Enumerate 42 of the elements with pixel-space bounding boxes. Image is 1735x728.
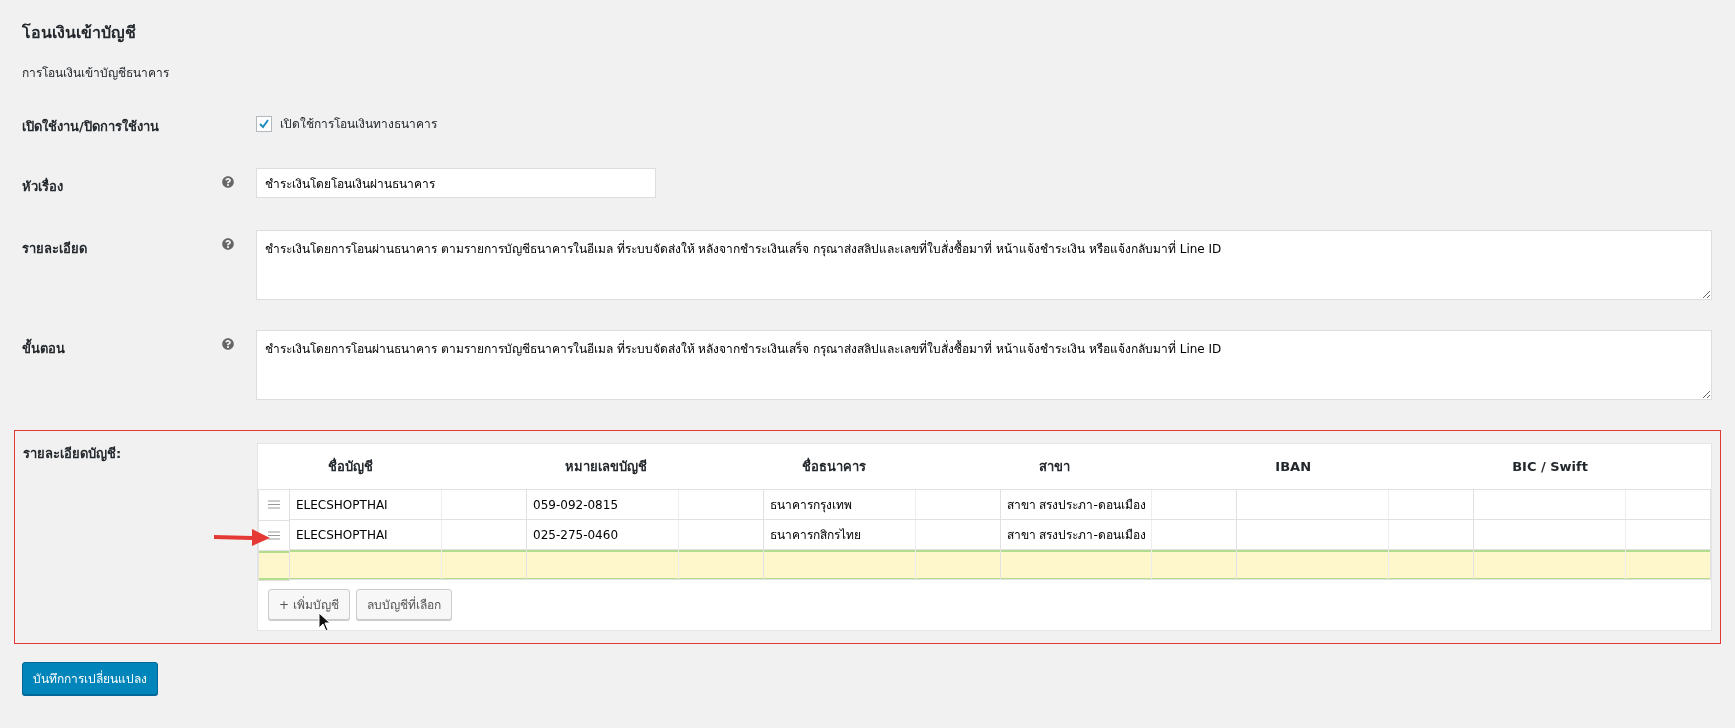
- column-header: สาขา: [1000, 444, 1238, 490]
- field-label: เปิดใช้งาน/ปิดการใช้งาน: [22, 117, 159, 136]
- help-icon[interactable]: [222, 338, 234, 350]
- table-cell-input[interactable]: [1474, 550, 1711, 580]
- page-description: การโอนเงินเข้าบัญชีธนาคาร: [22, 65, 170, 82]
- drag-handle-icon[interactable]: [268, 500, 280, 510]
- table-cell-input[interactable]: [290, 550, 527, 580]
- table-row[interactable]: ELECSHOPTHAI 025-275-0460 ธนาคารกสิกรไทย สาขา สรงประภา-ดอนเมือง: [258, 520, 1711, 550]
- column-header: หมายเลขบัญชี: [527, 444, 764, 490]
- table-cell-input[interactable]: สาขา สรงประภา-ดอนเมือง: [1000, 520, 1238, 550]
- table-cell-input[interactable]: [527, 550, 764, 580]
- table-cell-input[interactable]: [1237, 520, 1475, 550]
- field-label: หัวเรื่อง: [22, 176, 63, 196]
- input-field[interactable]: ชำระเงินโดยโอนเงินผ่านธนาคาร: [256, 168, 656, 198]
- table-row[interactable]: ELECSHOPTHAI 059-092-0815 ธนาคารกรุงเทพ สาขา สรงประภา-ดอนเมือง: [258, 489, 1711, 520]
- table-cell-input[interactable]: [1000, 550, 1238, 580]
- column-header: IBAN: [1237, 444, 1475, 490]
- column-header: BIC / Swift: [1474, 444, 1711, 490]
- drag-handle-icon[interactable]: [268, 530, 280, 540]
- column-header: ชื่อธนาคาร: [763, 444, 1001, 490]
- save-button[interactable]: บันทึกการเปลี่ยนแปลง: [22, 661, 158, 695]
- help-icon[interactable]: [222, 238, 234, 250]
- column-header: ชื่อบัญชี: [289, 444, 527, 490]
- field-label: รายละเอียด: [22, 240, 87, 258]
- table-cell-input[interactable]: [1237, 550, 1475, 580]
- checkbox-label[interactable]: เปิดใช้การโอนเงินทางธนาคาร: [280, 114, 437, 133]
- table-cell-input[interactable]: ธนาคารกสิกรไทย: [763, 520, 1001, 550]
- help-icon[interactable]: [222, 176, 234, 188]
- add-account-button[interactable]: + เพิ่มบัญชี: [268, 588, 350, 620]
- field-label: รายละเอียดบัญชี:: [23, 445, 122, 464]
- table-row[interactable]: [258, 550, 1711, 580]
- table-cell-input[interactable]: 025-275-0460: [527, 520, 764, 550]
- textarea-field[interactable]: ชำระเงินโดยการโอนผ่านธนาคาร ตามรายการบัญชีธนาคารในอีเมล ที่ระบบจัดส่งให้ หลังจากชำระเงินเสร็จ กรุณาส่งสลิปและเลขที่ใบสั่งซื้อมาที่ หน้าแจ้งชำระเงิน หรือแจ้งกลับมาที่ Line ID: [256, 230, 1712, 300]
- table-cell-input[interactable]: [1474, 520, 1711, 550]
- table-cell-input[interactable]: ELECSHOPTHAI: [290, 520, 527, 550]
- remove-account-button[interactable]: ลบบัญชีที่เลือก: [355, 588, 452, 620]
- checkbox[interactable]: [256, 115, 272, 132]
- textarea-field[interactable]: ชำระเงินโดยการโอนผ่านธนาคาร ตามรายการบัญชีธนาคารในอีเมล ที่ระบบจัดส่งให้ หลังจากชำระเงินเสร็จ กรุณาส่งสลิปและเลขที่ใบสั่งซื้อมาที่ หน้าแจ้งชำระเงิน หรือแจ้งกลับมาที่ Line ID: [256, 330, 1712, 400]
- table-cell-input[interactable]: [763, 550, 1001, 580]
- page-title: โอนเงินเข้าบัญชี: [22, 22, 137, 45]
- field-label: ขั้นตอน: [22, 330, 65, 359]
- arrow-icon: [212, 527, 272, 547]
